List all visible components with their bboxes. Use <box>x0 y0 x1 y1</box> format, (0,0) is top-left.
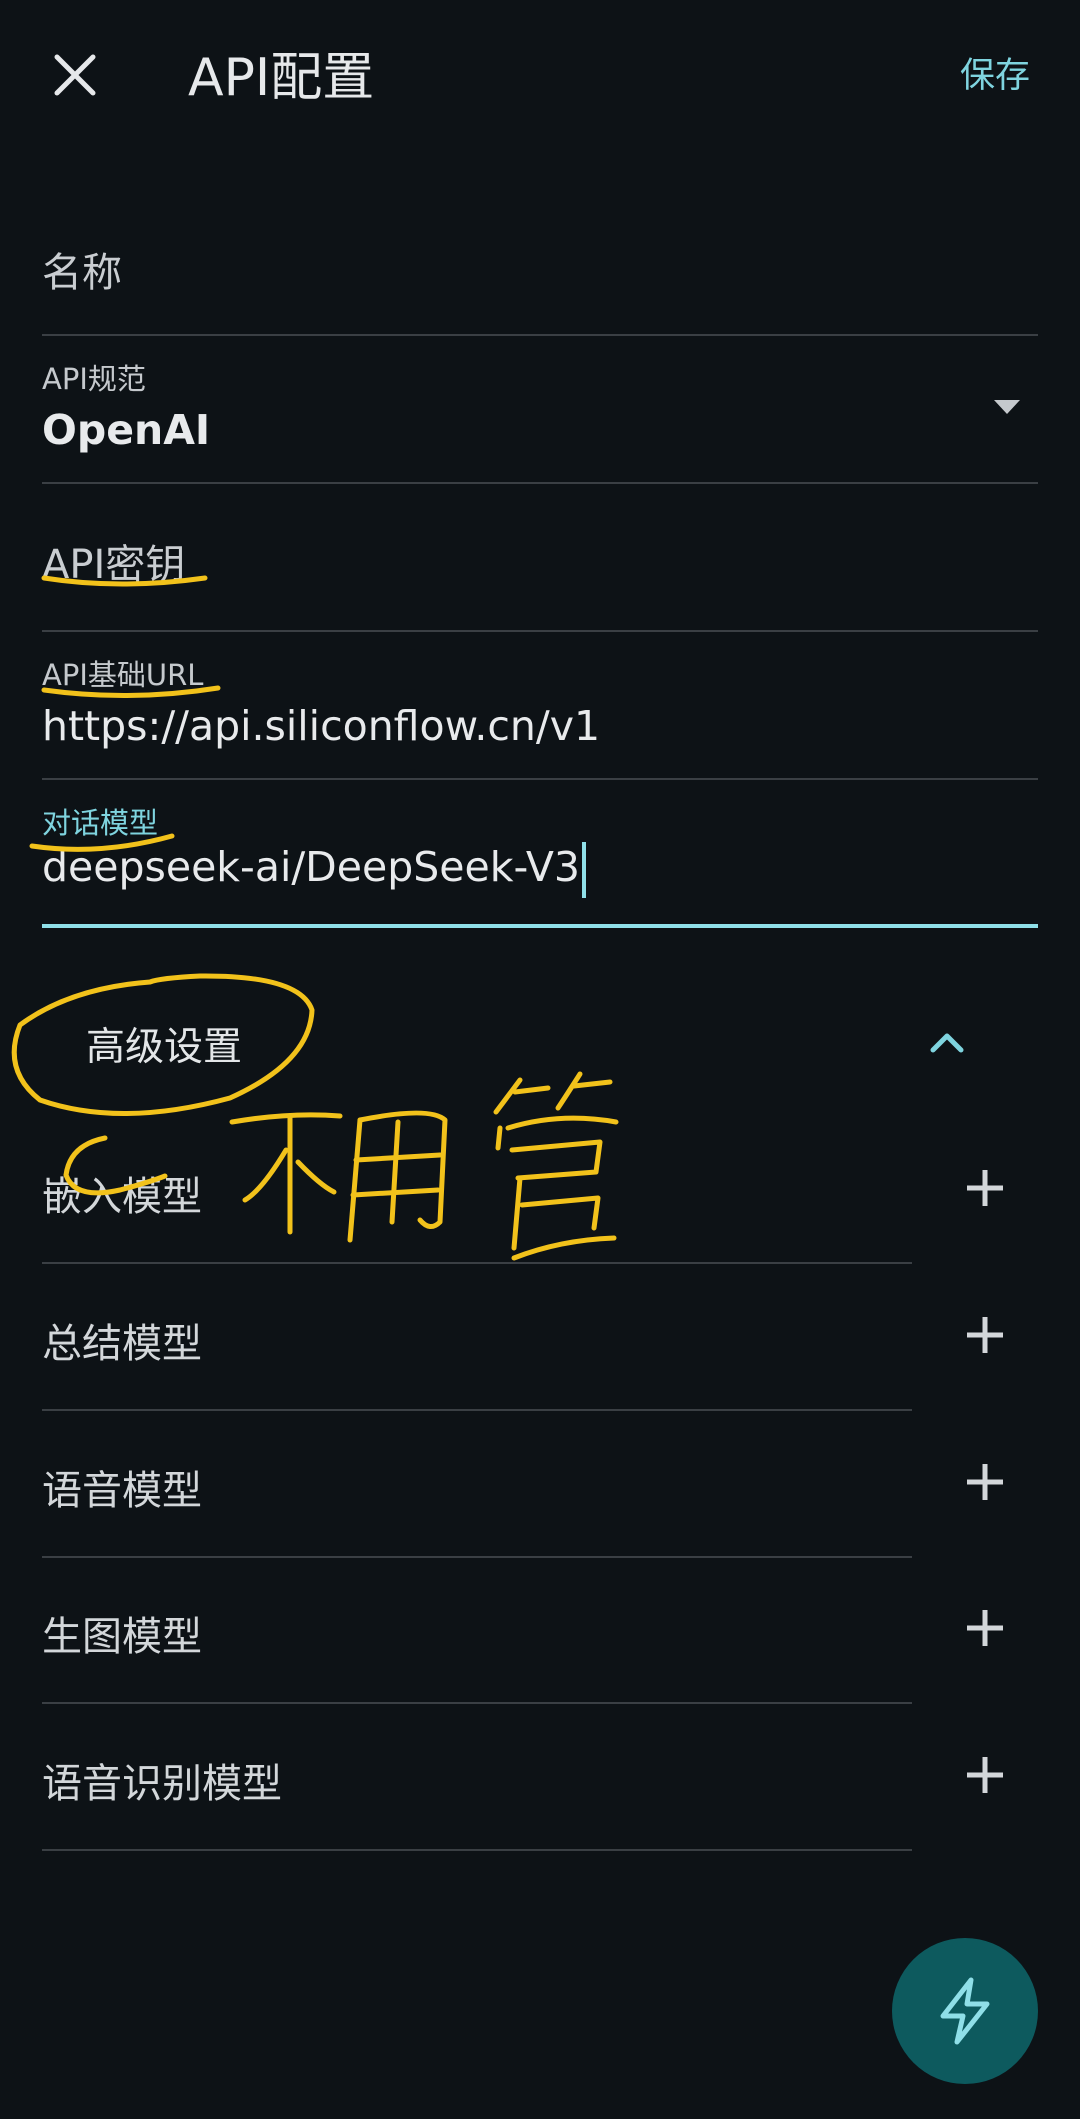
save-button[interactable]: 保存 <box>960 50 1030 102</box>
model-row-speech-recognition: 语音识别模型 <box>42 1703 912 1851</box>
model-row-image: 生图模型 <box>42 1556 912 1704</box>
page-title: API配置 <box>188 48 375 108</box>
plus-icon <box>967 1610 1003 1646</box>
lightning-icon <box>940 1977 990 2045</box>
plus-icon <box>967 1317 1003 1353</box>
text-cursor <box>581 842 586 898</box>
plus-icon <box>967 1464 1003 1500</box>
add-summary-model-button[interactable] <box>955 1305 1015 1365</box>
api-key-field[interactable]: API密钥 <box>42 484 1038 632</box>
chevron-up-icon <box>930 1033 964 1053</box>
api-key-label: API密钥 <box>42 542 186 588</box>
advanced-settings-toggle[interactable] <box>925 1020 969 1064</box>
api-spec-select[interactable]: API规范 OpenAI <box>42 336 1038 484</box>
base-url-label: API基础URL <box>42 658 204 692</box>
chat-model-field[interactable]: 对话模型 deepseek-ai/DeepSeek-V3 <box>42 780 1038 928</box>
base-url-value: https://api.siliconflow.cn/v1 <box>42 702 601 750</box>
top-bar: API配置 保存 <box>0 0 1080 160</box>
name-field-label: 名称 <box>42 250 122 296</box>
plus-icon <box>967 1757 1003 1793</box>
model-label: 语音模型 <box>42 1468 202 1514</box>
chat-model-text: deepseek-ai/DeepSeek-V3 <box>42 843 580 891</box>
chat-model-value: deepseek-ai/DeepSeek-V3 <box>42 842 586 898</box>
model-label: 嵌入模型 <box>42 1174 202 1220</box>
name-field[interactable]: 名称 <box>42 190 1038 336</box>
api-spec-label: API规范 <box>42 362 146 396</box>
dropdown-arrow-icon <box>994 400 1020 414</box>
model-row-embedding: 嵌入模型 <box>42 1116 912 1264</box>
add-speech-recognition-model-button[interactable] <box>955 1745 1015 1805</box>
plus-icon <box>967 1170 1003 1206</box>
close-icon <box>54 54 96 96</box>
add-voice-model-button[interactable] <box>955 1452 1015 1512</box>
model-label: 总结模型 <box>42 1321 202 1367</box>
model-row-summary: 总结模型 <box>42 1263 912 1411</box>
add-image-model-button[interactable] <box>955 1598 1015 1658</box>
close-button[interactable] <box>40 40 110 110</box>
model-label: 生图模型 <box>42 1614 202 1660</box>
fab-lightning-button[interactable] <box>892 1938 1038 2084</box>
add-embedding-model-button[interactable] <box>955 1158 1015 1218</box>
model-row-voice: 语音模型 <box>42 1410 912 1558</box>
chat-model-label: 对话模型 <box>42 806 159 840</box>
base-url-field[interactable]: API基础URL https://api.siliconflow.cn/v1 <box>42 632 1038 780</box>
model-label: 语音识别模型 <box>42 1761 282 1807</box>
api-spec-value: OpenAI <box>42 406 211 454</box>
advanced-settings-title[interactable]: 高级设置 <box>86 1016 242 1072</box>
